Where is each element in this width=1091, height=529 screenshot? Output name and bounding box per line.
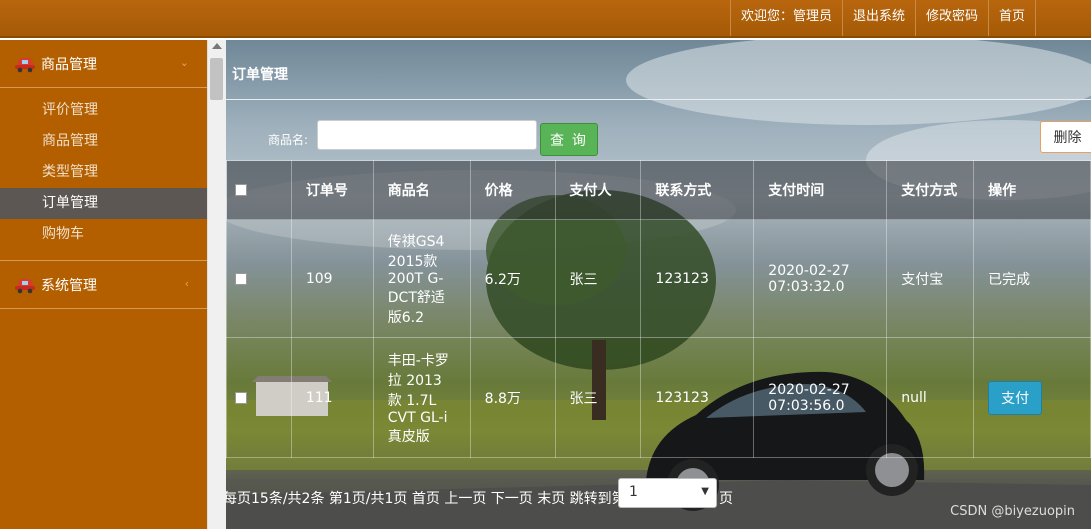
sidebar-group-label: 系统管理 [41,277,97,294]
sidebar-item-types[interactable]: 类型管理 [0,157,207,188]
car-icon [15,278,35,293]
table-row: 111 丰田-卡罗拉 2013款 1.7L CVT GL-i真皮版 8.8万 张… [226,337,1091,458]
main-content: 订单管理 商品名: 查 询 删除 订单号 商品名 价格 支付人 联系方式 支付时… [226,40,1091,529]
change-password-link[interactable]: 修改密码 [914,0,988,36]
delete-button[interactable]: 删除 [1040,121,1091,153]
scroll-up-arrow-icon[interactable] [212,43,222,49]
top-bar: 欢迎您：管理员 退出系统 修改密码 首页 [0,0,1091,38]
cell-payer: 张三 [554,219,642,338]
car-icon [15,57,35,72]
cell-price: 6.2万 [469,219,556,338]
home-link[interactable]: 首页 [987,0,1036,36]
cell-contact: 123123 [640,219,755,338]
sidebar-item-products[interactable]: 商品管理 [0,126,207,157]
cell-order-no: 109 [290,219,374,338]
welcome-text: 欢迎您：管理员 [729,0,842,36]
sidebar-group-label: 商品管理 [41,56,97,73]
scroll-thumb[interactable] [210,58,223,100]
select-all-cell [226,160,292,220]
col-payer: 支付人 [554,160,642,220]
product-name-input[interactable] [317,120,537,150]
col-pay-method: 支付方式 [886,160,975,220]
chevron-down-icon: ⌄ [179,56,189,69]
page-select-value: 1 [629,484,638,500]
watermark: CSDN @biyezuopin [950,504,1075,519]
sidebar-scrollbar[interactable] [207,40,226,529]
cell-product: 丰田-卡罗拉 2013款 1.7L CVT GL-i真皮版 [372,337,471,458]
dropdown-arrow-icon: ▼ [701,486,709,497]
pagination-text: 每页15条/共2条 第1页/共1页 首页 上一页 下一页 末页 跳转到第 [226,491,626,507]
col-price: 价格 [469,160,556,220]
sidebar-item-reviews[interactable]: 评价管理 [0,95,207,126]
orders-table: 订单号 商品名 价格 支付人 联系方式 支付时间 支付方式 操作 109 传祺G… [226,160,1091,458]
cell-order-no: 111 [290,337,374,458]
page-suffix: 页 [719,491,733,507]
cell-product: 传祺GS4 2015款 200T G-DCT舒适版6.2 [372,219,471,338]
sidebar-item-orders[interactable]: 订单管理 [0,188,207,219]
cell-pay-time: 2020-02-27 07:03:56.0 [753,337,888,458]
sidebar-item-cart[interactable]: 购物车 [0,219,207,250]
cell-pay-method: 支付宝 [886,219,975,338]
select-all-checkbox[interactable] [235,184,247,196]
col-order-no: 订单号 [290,160,374,220]
title-divider [226,99,1091,100]
cell-pay-time: 2020-02-27 07:03:32.0 [753,219,888,338]
cell-action: 支付 [973,337,1091,458]
row-checkbox[interactable] [235,272,247,285]
sidebar-submenu: 评价管理 商品管理 类型管理 订单管理 购物车 [0,88,207,261]
top-nav: 欢迎您：管理员 退出系统 修改密码 首页 [729,0,1036,36]
chevron-left-icon: ‹ [184,277,189,290]
row-select-cell [226,219,292,338]
col-pay-time: 支付时间 [753,160,888,220]
page-jump-select[interactable]: 1 ▼ [618,478,717,508]
sidebar-group-system[interactable]: 系统管理 ‹ [0,261,207,309]
col-product: 商品名 [372,160,471,220]
cell-pay-method: null [886,337,975,458]
col-contact: 联系方式 [640,160,755,220]
cell-status: 已完成 [973,219,1091,338]
page-title: 订单管理 [232,67,288,83]
search-label: 商品名: [268,133,309,147]
logout-link[interactable]: 退出系统 [841,0,915,36]
cell-payer: 张三 [554,337,642,458]
row-checkbox[interactable] [235,391,247,404]
col-action: 操作 [973,160,1091,220]
search-button[interactable]: 查 询 [540,123,598,156]
sidebar-group-product[interactable]: 商品管理 ⌄ [0,40,207,88]
table-row: 109 传祺GS4 2015款 200T G-DCT舒适版6.2 6.2万 张三… [226,219,1091,338]
cell-price: 8.8万 [469,337,556,458]
row-select-cell [226,337,292,458]
cell-contact: 123123 [640,337,755,458]
table-header-row: 订单号 商品名 价格 支付人 联系方式 支付时间 支付方式 操作 [226,160,1091,220]
sidebar: 商品管理 ⌄ 评价管理 商品管理 类型管理 订单管理 购物车 系统管理 ‹ [0,40,207,529]
pay-button[interactable]: 支付 [988,380,1043,415]
